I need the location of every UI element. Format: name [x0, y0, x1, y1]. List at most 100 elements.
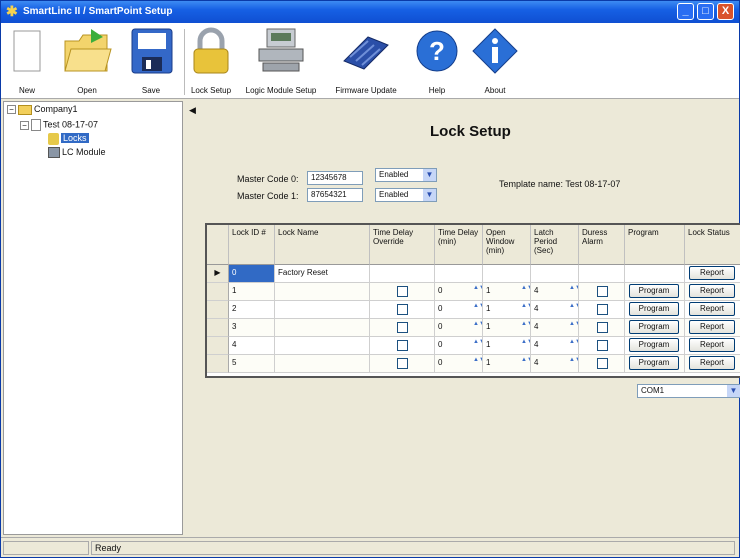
time-delay-cell[interactable]: 0 ▲▼ — [435, 283, 483, 301]
title-bar[interactable]: ✱ SmartLinc II / SmartPoint Setup _ □ X — [1, 1, 739, 23]
spinner-arrows-icon[interactable]: ▲▼ — [521, 285, 530, 297]
report-button[interactable]: Report — [689, 284, 735, 298]
latch-period-cell[interactable]: 4 ▲▼ — [531, 283, 579, 301]
column-header-latch-period[interactable]: Latch Period (Sec) — [531, 225, 579, 265]
spinner-arrows-icon[interactable]: ▲▼ — [521, 357, 530, 369]
program-cell[interactable]: Program — [625, 319, 685, 337]
report-button[interactable]: Report — [689, 338, 735, 352]
program-button[interactable]: Program — [629, 284, 679, 298]
time-delay-cell[interactable]: 0 ▲▼ — [435, 301, 483, 319]
spinner-arrows-icon[interactable]: ▲▼ — [473, 321, 482, 333]
open-window-cell[interactable]: 1 ▲▼ — [483, 283, 531, 301]
master-code-0-state-select[interactable]: Enabled ▼ — [375, 168, 437, 182]
lock-status-cell[interactable]: Report — [685, 265, 740, 283]
column-header-duress-alarm[interactable]: Duress Alarm — [579, 225, 625, 265]
lock-name-cell[interactable] — [275, 319, 370, 337]
report-button[interactable]: Report — [689, 266, 735, 280]
time-delay-cell[interactable] — [435, 265, 483, 283]
master-code-1-input[interactable]: 87654321 — [307, 188, 363, 202]
lock-name-cell[interactable] — [275, 283, 370, 301]
lock-name-cell[interactable] — [275, 301, 370, 319]
time-delay-cell[interactable]: 0 ▲▼ — [435, 337, 483, 355]
lock-name-cell[interactable] — [275, 355, 370, 373]
program-cell[interactable]: Program — [625, 355, 685, 373]
column-header-open-window[interactable]: Open Window (min) — [483, 225, 531, 265]
save-button[interactable]: Save — [125, 25, 177, 97]
spinner-arrows-icon[interactable]: ▲▼ — [473, 285, 482, 297]
tree-node-module[interactable]: LC Module — [48, 147, 106, 159]
lock-name-cell[interactable] — [275, 337, 370, 355]
open-window-cell[interactable] — [483, 265, 531, 283]
chevron-down-icon[interactable]: ▼ — [423, 169, 436, 181]
about-button[interactable]: About — [467, 25, 523, 97]
lock-id-cell[interactable]: 0 — [229, 265, 275, 283]
lock-status-cell[interactable]: Report — [685, 319, 740, 337]
help-button[interactable]: ? Help — [411, 25, 463, 97]
chevron-down-icon[interactable]: ▼ — [423, 189, 436, 201]
lock-setup-button[interactable]: Lock Setup — [187, 25, 235, 97]
report-button[interactable]: Report — [689, 356, 735, 370]
maximize-button[interactable]: □ — [697, 3, 714, 20]
program-cell[interactable]: Program — [625, 337, 685, 355]
spinner-arrows-icon[interactable]: ▲▼ — [569, 357, 578, 369]
duress-alarm-checkbox[interactable] — [597, 358, 608, 369]
open-window-cell[interactable]: 1 ▲▼ — [483, 319, 531, 337]
lock-status-cell[interactable]: Report — [685, 355, 740, 373]
time-delay-cell[interactable]: 0 ▲▼ — [435, 319, 483, 337]
spinner-arrows-icon[interactable]: ▲▼ — [569, 339, 578, 351]
time-delay-override-cell[interactable] — [370, 283, 435, 301]
duress-alarm-cell[interactable] — [579, 355, 625, 373]
column-header-time-delay-override[interactable]: Time Delay Override — [370, 225, 435, 265]
spinner-arrows-icon[interactable]: ▲▼ — [521, 339, 530, 351]
time-delay-override-checkbox[interactable] — [397, 358, 408, 369]
master-code-1-state-select[interactable]: Enabled ▼ — [375, 188, 437, 202]
time-delay-override-cell[interactable] — [370, 301, 435, 319]
spinner-arrows-icon[interactable]: ▲▼ — [569, 303, 578, 315]
latch-period-cell[interactable] — [531, 265, 579, 283]
column-header-program[interactable]: Program — [625, 225, 685, 265]
lock-id-cell[interactable]: 3 — [229, 319, 275, 337]
duress-alarm-checkbox[interactable] — [597, 322, 608, 333]
latch-period-cell[interactable]: 4 ▲▼ — [531, 301, 579, 319]
duress-alarm-cell[interactable] — [579, 301, 625, 319]
duress-alarm-checkbox[interactable] — [597, 304, 608, 315]
duress-alarm-cell[interactable] — [579, 337, 625, 355]
tree-node-company[interactable]: − Company1 — [7, 104, 78, 115]
column-header-lock-status[interactable]: Lock Status — [685, 225, 740, 265]
row-header[interactable] — [207, 319, 229, 337]
duress-alarm-cell[interactable] — [579, 319, 625, 337]
latch-period-cell[interactable]: 4 ▲▼ — [531, 355, 579, 373]
lock-name-cell[interactable]: Factory Reset — [275, 265, 370, 283]
chevron-down-icon[interactable]: ▼ — [727, 385, 740, 397]
latch-period-cell[interactable]: 4 ▲▼ — [531, 319, 579, 337]
master-code-0-input[interactable]: 12345678 — [307, 171, 363, 185]
time-delay-override-checkbox[interactable] — [397, 304, 408, 315]
lock-id-cell[interactable]: 1 — [229, 283, 275, 301]
close-button[interactable]: X — [717, 3, 734, 20]
row-header[interactable] — [207, 355, 229, 373]
new-button[interactable]: New — [5, 25, 49, 97]
lock-id-cell[interactable]: 5 — [229, 355, 275, 373]
time-delay-cell[interactable]: 0 ▲▼ — [435, 355, 483, 373]
firmware-update-button[interactable]: Firmware Update — [327, 25, 405, 97]
collapse-panel-icon[interactable]: ◀ — [189, 105, 196, 116]
spinner-arrows-icon[interactable]: ▲▼ — [569, 321, 578, 333]
report-button[interactable]: Report — [689, 302, 735, 316]
spinner-arrows-icon[interactable]: ▲▼ — [473, 339, 482, 351]
duress-alarm-checkbox[interactable] — [597, 286, 608, 297]
com-port-select[interactable]: COM1 ▼ — [637, 384, 740, 398]
column-header-time-delay[interactable]: Time Delay (min) — [435, 225, 483, 265]
time-delay-override-cell[interactable] — [370, 337, 435, 355]
collapse-icon[interactable]: − — [20, 120, 29, 130]
spinner-arrows-icon[interactable]: ▲▼ — [473, 357, 482, 369]
program-cell[interactable]: Program — [625, 283, 685, 301]
program-button[interactable]: Program — [629, 356, 679, 370]
lock-id-cell[interactable]: 4 — [229, 337, 275, 355]
duress-alarm-cell[interactable] — [579, 265, 625, 283]
row-header[interactable] — [207, 337, 229, 355]
spinner-arrows-icon[interactable]: ▲▼ — [521, 321, 530, 333]
row-header[interactable]: ▶ — [207, 265, 229, 283]
spinner-arrows-icon[interactable]: ▲▼ — [569, 285, 578, 297]
time-delay-override-cell[interactable] — [370, 319, 435, 337]
row-header[interactable] — [207, 301, 229, 319]
